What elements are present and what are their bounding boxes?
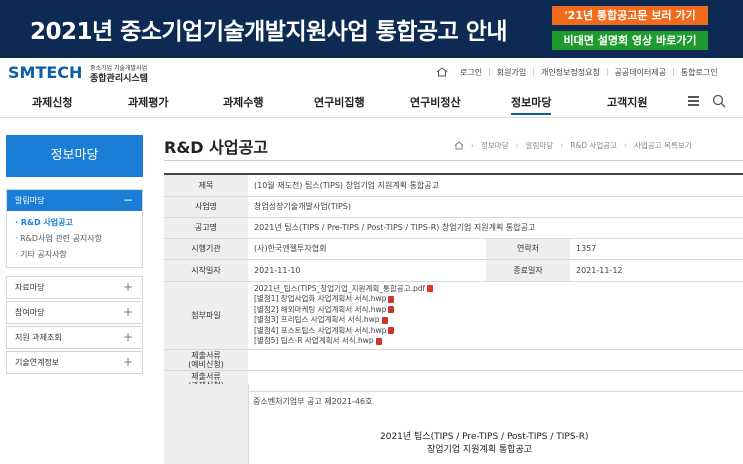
sidebar-group-project-search[interactable]: 지원 과제조회 + [6, 326, 143, 349]
nav-project-exec[interactable]: 과제수행 [223, 94, 263, 110]
notice-heading-line1: 2021년 팁스(TIPS / Pre-TIPS / Post-TIPS / T… [380, 432, 589, 442]
value-program: 창업성장기술개발사업(TIPS) [248, 196, 743, 218]
nav-fund-settle[interactable]: 연구비정산 [410, 94, 461, 110]
label-agency: 시행기관 [164, 238, 248, 260]
breadcrumb: › 정보마당 › 알림마당 › R&D 사업공고 › 사업공고 목록보기 [454, 140, 692, 151]
attachment-link[interactable]: [별첨3] 프리팁스 사업계획서 서식.hwp [254, 315, 737, 326]
public-data-link[interactable]: 공공데이터제공 [615, 67, 667, 78]
home-icon[interactable] [436, 67, 448, 77]
breadcrumb-item[interactable]: R&D 사업공고 [570, 140, 617, 151]
breadcrumb-item: 사업공고 목록보기 [634, 141, 692, 150]
expand-icon: + [122, 280, 133, 294]
logo-system-name: 종합관리시스템 [90, 74, 148, 84]
value-notice: 2021년 팁스(TIPS / Pre-TIPS / Post-TIPS / T… [248, 217, 743, 239]
value-start-date: 2021-11-10 [248, 259, 486, 282]
hwp-file-icon [375, 337, 382, 345]
sidebar-heading: 정보마당 [6, 135, 143, 177]
sidebar-sub-rnd-notice[interactable]: · R&D 사업공고 [15, 215, 142, 231]
main-navigation: 과제신청 과제평가 과제수행 연구비집행 연구비정산 정보마당 고객지원 [0, 92, 743, 115]
nav-info[interactable]: 정보마당 [511, 94, 552, 115]
attachment-link[interactable]: [별첨5] 팁스-R 사업계획서 서식.hwp [254, 336, 737, 347]
logo-text: SMTECH [8, 63, 83, 82]
attachment-link[interactable]: 2021년_팁스(TIPS_창업기업_지원계획_통합공고.pdf [254, 284, 737, 295]
sidebar-item-label: 자료마당 [15, 283, 45, 292]
label-start-date: 시작일자 [164, 259, 248, 282]
page-title: R&D 사업공고 [164, 138, 269, 157]
value-submit-pre [248, 349, 743, 371]
sidebar-sub-rnd-announce[interactable]: · R&D사업 관련 공지사항 [15, 231, 142, 247]
value-title: (10월 재도전) 팁스(TIPS) 창업기업 지원계획 통합공고 [248, 174, 743, 197]
attachment-link[interactable]: [별첨4] 포스트팁스 사업계획서 서식.hwp [254, 326, 737, 337]
home-icon[interactable] [454, 141, 464, 150]
notice-link-button[interactable]: '21년 통합공고문 보러 가기 [552, 6, 708, 25]
label-title: 제목 [164, 174, 248, 197]
sidebar-item-notice[interactable]: 알림마당 − [7, 190, 142, 211]
label-end-date: 종료일자 [486, 259, 570, 282]
notice-number: 중소벤처기업부 공고 제2021-46호 [253, 397, 373, 406]
value-agency: (사)한국엔젤투자협회 [248, 238, 486, 260]
hamburger-menu-icon[interactable] [688, 96, 699, 106]
privacy-request-link[interactable]: 개인정보정정요청 [541, 67, 600, 78]
nav-divider [0, 117, 743, 118]
signup-link[interactable]: 회원가입 [497, 67, 526, 78]
value-submit-main [248, 370, 743, 392]
sidebar-item-label: 기술연계정보 [15, 358, 60, 367]
attachment-link[interactable]: [별첨2] 해외마케팅 사업계획서 서식.hwp [254, 305, 737, 316]
expand-icon: + [122, 330, 133, 344]
body-label-cell [164, 384, 248, 464]
banner-title: 2021년 중소기업기술개발지원사업 통합공고 안내 [30, 19, 508, 45]
sidebar-item-label: 참여마당 [15, 308, 45, 317]
notice-heading-line2: 창업기업 지원계획 통합공고 [427, 445, 533, 455]
nav-fund-exec[interactable]: 연구비집행 [314, 94, 365, 110]
breadcrumb-item[interactable]: 알림마당 [526, 140, 554, 151]
search-icon[interactable] [712, 94, 726, 108]
title-divider [164, 160, 743, 161]
hwp-file-icon [381, 316, 388, 324]
sidebar-group-data[interactable]: 자료마당 + [6, 276, 143, 299]
hwp-file-icon [388, 295, 395, 303]
sidebar-group-tech-info[interactable]: 기술연계정보 + [6, 351, 143, 374]
sidebar-group-participate[interactable]: 참여마당 + [6, 301, 143, 324]
notice-detail-table: 제목 (10월 재도전) 팁스(TIPS) 창업기업 지원계획 통합공고 사업명… [164, 173, 743, 392]
collapse-icon: − [122, 193, 133, 207]
sidebar-group-notice: 알림마당 − · R&D 사업공고 · R&D사업 관련 공지사항 · 기타 공… [6, 189, 143, 268]
expand-icon: + [122, 305, 133, 319]
nav-project-eval[interactable]: 과제평가 [128, 94, 168, 110]
hwp-file-icon [388, 306, 395, 313]
value-end-date: 2021-11-12 [570, 259, 743, 282]
label-contact: 연락처 [486, 238, 570, 260]
nav-support[interactable]: 고객지원 [607, 94, 647, 110]
expand-icon: + [122, 355, 133, 369]
body-divider [248, 384, 249, 464]
sidebar-item-label: 알림마당 [15, 196, 45, 205]
label-attachments: 첨부파일 [164, 281, 248, 350]
nav-project-apply[interactable]: 과제신청 [32, 94, 72, 110]
label-notice: 공고명 [164, 217, 248, 239]
breadcrumb-item[interactable]: 정보마당 [481, 140, 509, 151]
top-banner: 2021년 중소기업기술개발지원사업 통합공고 안내 '21년 통합공고문 보러… [0, 0, 743, 58]
integrated-login-link[interactable]: 통합로그인 [681, 67, 718, 78]
pdf-file-icon [427, 285, 434, 292]
label-program: 사업명 [164, 196, 248, 218]
login-link[interactable]: 로그인 [460, 67, 482, 78]
attachment-link[interactable]: [별첨1] 창업사업화 사업계획서 서식.hwp [254, 294, 737, 305]
video-link-button[interactable]: 비대면 설명회 영상 바로가기 [552, 31, 708, 50]
sidebar-item-label: 지원 과제조회 [15, 333, 62, 342]
hwp-file-icon [388, 327, 395, 334]
utility-links: 로그인 | 회원가입 | 개인정보정정요청 | 공공데이터제공 | 통합로그인 [460, 67, 718, 78]
value-contact: 1357 [570, 238, 743, 260]
sidebar-sub-other-notice[interactable]: · 기타 공지사항 [15, 247, 142, 263]
label-submit-pre: 제출서류 (예비신청) [164, 349, 248, 371]
